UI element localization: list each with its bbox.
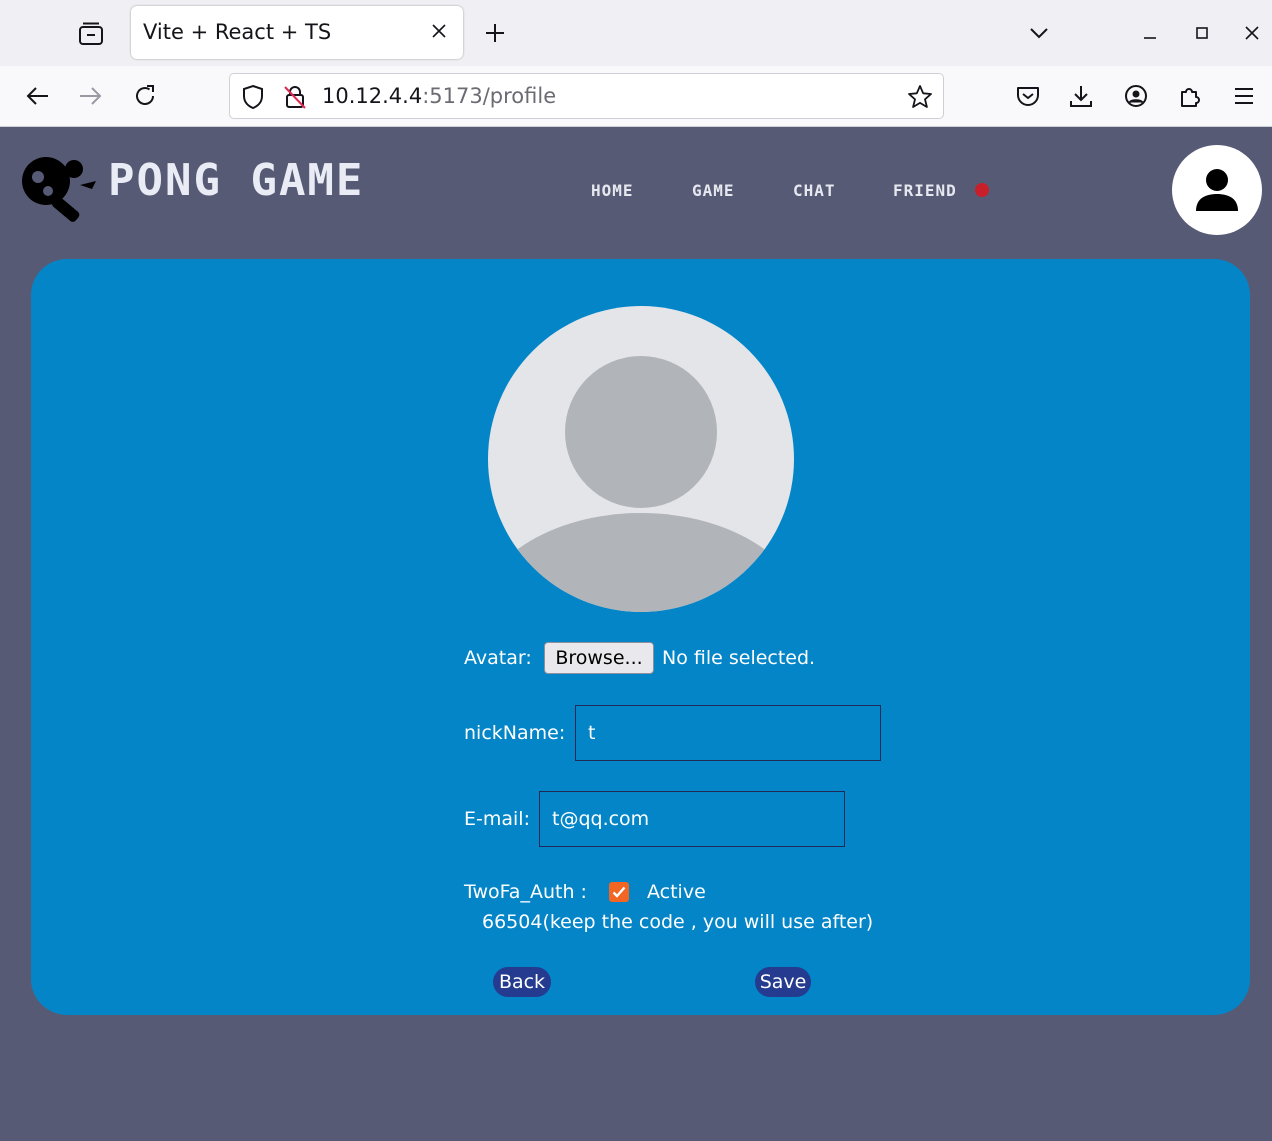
nav-friend[interactable]: FRIEND [893, 181, 957, 200]
shield-icon[interactable] [240, 84, 266, 110]
profile-card: Avatar: Browse... No file selected. nick… [31, 259, 1250, 1015]
user-icon [1196, 169, 1238, 211]
checkmark-icon [612, 886, 626, 898]
nav-chat[interactable]: CHAT [793, 181, 836, 200]
download-icon[interactable] [1064, 79, 1098, 113]
profile-avatar-placeholder[interactable] [488, 306, 794, 612]
nav-home[interactable]: HOME [591, 181, 634, 200]
twofa-code-note: 66504(keep the code , you will use after… [482, 911, 874, 933]
nickname-label: nickName: [464, 722, 566, 744]
file-status-text: No file selected. [662, 647, 816, 669]
nickname-input[interactable]: t [575, 705, 881, 761]
account-icon[interactable] [1119, 79, 1153, 113]
maximize-icon[interactable] [1187, 18, 1217, 48]
url-host: 10.12.4.4 [322, 84, 423, 108]
minimize-icon[interactable] [1135, 18, 1165, 48]
forward-arrow-icon[interactable] [74, 79, 108, 113]
browser-tab[interactable]: Vite + React + TS [131, 6, 463, 59]
insecure-lock-icon[interactable] [282, 84, 308, 110]
email-label: E-mail: [464, 808, 530, 830]
browse-file-button[interactable]: Browse... [544, 642, 654, 674]
email-input[interactable]: t@qq.com [539, 791, 845, 847]
close-icon[interactable] [427, 19, 451, 43]
browser-nav-bar: 10.12.4.4:5173/profile [0, 66, 1272, 127]
extensions-icon[interactable] [1173, 79, 1207, 113]
menu-hamburger-icon[interactable] [1227, 79, 1261, 113]
url-text: 10.12.4.4:5173/profile [322, 84, 556, 108]
reload-icon[interactable] [128, 79, 162, 113]
save-button[interactable]: Save [755, 967, 811, 997]
user-profile-button[interactable] [1172, 145, 1262, 235]
bookmark-star-icon[interactable] [907, 84, 933, 110]
ping-pong-paddle-logo-icon [22, 157, 96, 222]
avatar-label: Avatar: [464, 647, 532, 669]
twofa-status: Active [647, 881, 706, 903]
address-bar[interactable]: 10.12.4.4:5173/profile [229, 73, 944, 119]
nav-game[interactable]: GAME [692, 181, 735, 200]
site-brand[interactable]: PONG GAME [108, 159, 364, 203]
twofa-checkbox[interactable] [609, 882, 629, 902]
window-close-icon[interactable] [1237, 18, 1267, 48]
twofa-label: TwoFa_Auth : [464, 881, 587, 903]
browser-tab-bar: Vite + React + TS [0, 0, 1272, 66]
url-path: :5173/profile [422, 84, 557, 108]
pocket-icon[interactable] [1011, 79, 1045, 113]
tab-title: Vite + React + TS [143, 20, 332, 44]
tab-overview-icon[interactable] [70, 14, 112, 54]
page: PONG GAME HOME GAME CHAT FRIEND Avatar: … [0, 127, 1272, 1141]
new-tab-plus-icon[interactable] [478, 16, 512, 50]
chevron-down-icon[interactable] [1024, 18, 1054, 48]
back-arrow-icon[interactable] [20, 79, 54, 113]
back-button[interactable]: Back [493, 967, 551, 997]
friend-notification-dot [975, 183, 989, 197]
